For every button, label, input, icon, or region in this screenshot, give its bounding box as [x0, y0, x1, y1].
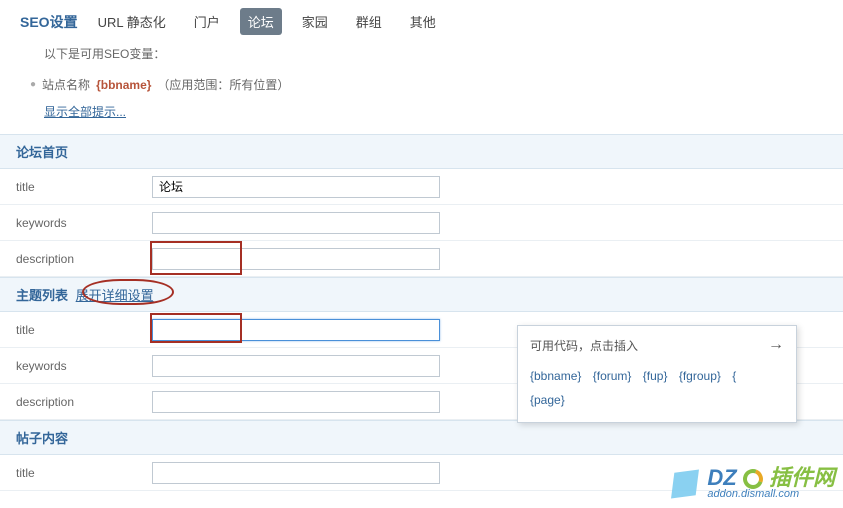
tab-home[interactable]: 家园 — [294, 8, 336, 35]
arrow-right-icon[interactable]: → — [768, 336, 784, 354]
variable-label: 站点名称 — [42, 76, 90, 93]
watermark-cn: 插件网 — [769, 465, 835, 490]
field-label: keywords — [16, 216, 152, 230]
tab-portal[interactable]: 门户 — [186, 8, 228, 35]
code-bbname[interactable]: {bbname} — [530, 369, 581, 383]
variable-scope: （应用范围：所有位置） — [157, 76, 289, 93]
field-label: keywords — [16, 359, 152, 373]
bullet-icon: ● — [30, 79, 36, 90]
page-title: SEO设置 — [20, 12, 78, 32]
description-input[interactable] — [152, 248, 440, 270]
title-input[interactable] — [152, 176, 440, 198]
section-title: 帖子内容 — [16, 431, 68, 446]
tooltip-title: 可用代码，点击插入 — [530, 337, 638, 354]
show-all-link[interactable]: 显示全部提示... — [44, 105, 126, 119]
form-row-description: description — [0, 241, 843, 277]
expand-detail-link[interactable]: 展开详细设置 — [74, 288, 156, 303]
section-forum-index: 论坛首页 title keywords description — [0, 134, 843, 277]
code-tooltip: 可用代码，点击插入 → {bbname} {forum} {fup} {fgro… — [517, 325, 797, 423]
intro-text: 以下是可用SEO变量： — [44, 45, 799, 62]
variable-line: ● 站点名称 {bbname} （应用范围：所有位置） — [30, 76, 799, 93]
watermark-domain: addon.dismall.com — [707, 489, 835, 500]
description-input[interactable] — [152, 391, 440, 413]
top-tabs: SEO设置 URL 静态化 门户 论坛 家园 群组 其他 — [0, 0, 843, 45]
tab-group[interactable]: 群组 — [348, 8, 390, 35]
section-title: 论坛首页 — [16, 145, 68, 160]
code-sep: { — [732, 369, 736, 383]
code-fup[interactable]: {fup} — [643, 369, 668, 383]
code-page[interactable]: {page} — [530, 393, 565, 407]
keywords-input[interactable] — [152, 212, 440, 234]
keywords-input[interactable] — [152, 355, 440, 377]
tab-url-static[interactable]: URL 静态化 — [90, 8, 174, 35]
section-header-forum-index: 论坛首页 — [0, 134, 843, 169]
title-input-focused[interactable] — [152, 319, 440, 341]
tooltip-codes: {bbname} {forum} {fup} {fgroup} { {page} — [530, 364, 784, 412]
instructions-block: 以下是可用SEO变量： ● 站点名称 {bbname} （应用范围：所有位置） … — [0, 45, 843, 120]
paper-plane-icon — [671, 469, 699, 498]
form-row-title: title — [0, 169, 843, 205]
watermark-dz: DZ — [707, 465, 736, 490]
tab-forum[interactable]: 论坛 — [240, 8, 282, 35]
title-input[interactable] — [152, 462, 440, 484]
section-header-thread-list: 主题列表 展开详细设置 — [0, 277, 843, 312]
tab-other[interactable]: 其他 — [402, 8, 444, 35]
field-label: title — [16, 180, 152, 194]
field-label: title — [16, 466, 152, 480]
form-row-keywords: keywords — [0, 205, 843, 241]
variable-code: {bbname} — [96, 78, 151, 92]
watermark-text: DZ 插件网 addon.dismall.com — [707, 467, 835, 500]
tooltip-header: 可用代码，点击插入 → — [530, 336, 784, 354]
section-header-post-content: 帖子内容 — [0, 420, 843, 455]
field-label: description — [16, 252, 152, 266]
watermark: DZ 插件网 addon.dismall.com — [673, 467, 835, 500]
section-title: 主题列表 — [16, 288, 68, 303]
watermark-brand: DZ 插件网 — [707, 467, 835, 489]
code-fgroup[interactable]: {fgroup} — [679, 369, 721, 383]
code-forum[interactable]: {forum} — [593, 369, 632, 383]
field-label: description — [16, 395, 152, 409]
field-label: title — [16, 323, 152, 337]
